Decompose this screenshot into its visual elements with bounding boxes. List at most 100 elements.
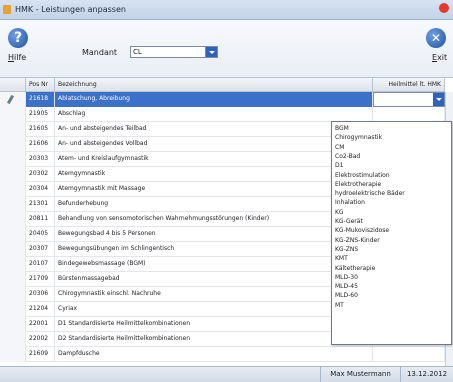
cell-bezeichnung[interactable]: Behandlung von sensomotorischen Wahrnehm… — [55, 212, 373, 227]
dropdown-option[interactable]: hydroelektrische Bäder — [335, 189, 405, 198]
cell-pos-nr[interactable]: 21605 — [26, 122, 55, 137]
cell-pos-nr[interactable]: 20302 — [26, 167, 55, 182]
window-title: HMK - Leistungen anpassen — [15, 5, 126, 14]
row-selector[interactable] — [0, 242, 26, 257]
dropdown-option[interactable]: CM — [335, 143, 344, 152]
mandant-label: Mandant — [82, 48, 118, 57]
cell-bezeichnung[interactable]: Bewegungsbad 4 bis 5 Personen — [55, 227, 373, 242]
cell-bezeichnung[interactable]: D2 Standardisierte Heilmittelkombination… — [55, 332, 373, 347]
table-row[interactable]: 21618 Ablatschung, Abreibung — [0, 92, 453, 107]
dropdown-option[interactable]: KG-Mukoviszidose — [335, 226, 389, 235]
cell-pos-nr[interactable]: 21609 — [26, 347, 55, 362]
dropdown-option[interactable]: MLD-30 — [335, 273, 358, 282]
row-selector[interactable] — [0, 167, 26, 182]
row-selector[interactable] — [0, 122, 26, 137]
cell-bezeichnung[interactable]: Atem- und Kreislaufgymnastik — [55, 152, 373, 167]
close-window-button[interactable] — [439, 3, 449, 13]
help-button-label[interactable]: Hilfe — [8, 53, 26, 62]
row-selector[interactable] — [0, 92, 26, 107]
dropdown-option[interactable]: Elektrostimulation — [335, 171, 390, 180]
dropdown-option[interactable]: KMT — [335, 254, 348, 263]
dropdown-option[interactable]: KG — [335, 208, 344, 217]
status-bar: Max Mustermann 13.12.2012 — [0, 366, 453, 382]
cell-pos-nr[interactable]: 21204 — [26, 302, 55, 317]
row-selector[interactable] — [0, 107, 26, 122]
dropdown-option[interactable]: MT — [335, 301, 344, 310]
toolbar: ? Hilfe Mandant CL ✕ Exit — [0, 20, 453, 78]
table-row[interactable]: 21609 Dampfdusche — [0, 347, 453, 362]
dropdown-option[interactable]: Chirogymnastik — [335, 133, 382, 142]
column-header-heilmittel[interactable]: Heilmittel lt. HMK — [373, 78, 445, 92]
dropdown-option[interactable]: D1 — [335, 161, 343, 170]
row-selector[interactable] — [0, 227, 26, 242]
cell-pos-nr[interactable]: 21709 — [26, 272, 55, 287]
dropdown-option[interactable]: KG-ZNS — [335, 245, 358, 254]
status-user: Max Mustermann — [320, 367, 400, 382]
column-header-bezeichnung[interactable]: Bezeichnung — [55, 78, 373, 92]
row-selector[interactable] — [0, 347, 26, 362]
cell-heilmittel[interactable] — [373, 347, 445, 362]
chevron-down-icon[interactable] — [205, 47, 217, 57]
row-selector[interactable] — [0, 302, 26, 317]
cell-bezeichnung[interactable]: An- und absteigendes Teilbad — [55, 122, 373, 137]
dropdown-option[interactable]: MLD-60 — [335, 291, 358, 300]
cell-bezeichnung[interactable]: Bürstenmassagebad — [55, 272, 373, 287]
row-selector[interactable] — [0, 332, 26, 347]
cell-bezeichnung[interactable]: Befunderhebung — [55, 197, 373, 212]
cell-pos-nr[interactable]: 20811 — [26, 212, 55, 227]
row-selector[interactable] — [0, 152, 26, 167]
cell-pos-nr[interactable]: 22001 — [26, 317, 55, 332]
column-header-pos[interactable]: Pos Nr — [26, 78, 55, 92]
status-date: 13.12.2012 — [400, 367, 453, 382]
cell-pos-nr[interactable]: 21905 — [26, 107, 55, 122]
row-selector[interactable] — [0, 137, 26, 152]
cell-pos-nr[interactable]: 20107 — [26, 257, 55, 272]
cell-bezeichnung[interactable]: Cyriax — [55, 302, 373, 317]
table-row[interactable]: 21905 Abschlag — [0, 107, 453, 122]
cell-bezeichnung[interactable]: Dampfdusche — [55, 347, 373, 362]
dropdown-option[interactable]: Elektrotherapie — [335, 180, 381, 189]
row-selector[interactable] — [0, 317, 26, 332]
cell-bezeichnung[interactable]: Ablatschung, Abreibung — [55, 92, 373, 107]
help-icon[interactable]: ? — [8, 28, 28, 48]
cell-pos-nr[interactable]: 20307 — [26, 242, 55, 257]
row-selector[interactable] — [0, 212, 26, 227]
row-selector[interactable] — [0, 257, 26, 272]
cell-heilmittel[interactable] — [373, 107, 445, 122]
mandant-select[interactable]: CL — [130, 46, 218, 58]
row-selector[interactable] — [0, 272, 26, 287]
dropdown-option[interactable]: KG-ZNS-Kinder — [335, 236, 380, 245]
cell-bezeichnung[interactable]: Abschlag — [55, 107, 373, 122]
cell-pos-nr[interactable]: 20405 — [26, 227, 55, 242]
cell-pos-nr[interactable]: 21606 — [26, 137, 55, 152]
cell-pos-nr[interactable]: 22002 — [26, 332, 55, 347]
row-selector[interactable] — [0, 182, 26, 197]
pencil-icon — [6, 94, 15, 105]
row-header-corner — [0, 78, 26, 92]
dropdown-option[interactable]: BGM — [335, 124, 349, 133]
dropdown-option[interactable]: Co2-Bad — [335, 152, 360, 161]
heilmittel-dropdown-list[interactable]: BGM Chirogymnastik CM Co2-Bad D1 Elektrostimu… — [331, 121, 452, 345]
exit-icon[interactable]: ✕ — [426, 28, 446, 48]
chevron-down-icon[interactable] — [433, 93, 444, 106]
dropdown-option[interactable]: KG-Gerät — [335, 217, 363, 226]
cell-bezeichnung[interactable]: Bindegewebsmassage (BGM) — [55, 257, 373, 272]
cell-pos-nr[interactable]: 20304 — [26, 182, 55, 197]
cell-pos-nr[interactable]: 21618 — [26, 92, 55, 107]
cell-heilmittel[interactable] — [373, 92, 445, 107]
cell-bezeichnung[interactable]: An- und absteigendes Vollbad — [55, 137, 373, 152]
dropdown-option[interactable]: Inhalation — [335, 198, 365, 207]
cell-bezeichnung[interactable]: D1 Standardisierte Heilmittelkombination… — [55, 317, 373, 332]
cell-bezeichnung[interactable]: Bewegungsübungen im Schlingentisch — [55, 242, 373, 257]
cell-pos-nr[interactable]: 21301 — [26, 197, 55, 212]
row-selector[interactable] — [0, 287, 26, 302]
dropdown-option[interactable]: MLD-45 — [335, 282, 358, 291]
cell-bezeichnung[interactable]: Atemgymnastik — [55, 167, 373, 182]
cell-pos-nr[interactable]: 20306 — [26, 287, 55, 302]
cell-bezeichnung[interactable]: Atemgymnastik mit Massage — [55, 182, 373, 197]
dropdown-option[interactable]: Kältetherapie — [335, 264, 375, 273]
exit-button-label[interactable]: Exit — [432, 53, 447, 62]
cell-pos-nr[interactable]: 20303 — [26, 152, 55, 167]
row-selector[interactable] — [0, 197, 26, 212]
cell-bezeichnung[interactable]: Chirogymnastik einschl. Nachruhe — [55, 287, 373, 302]
